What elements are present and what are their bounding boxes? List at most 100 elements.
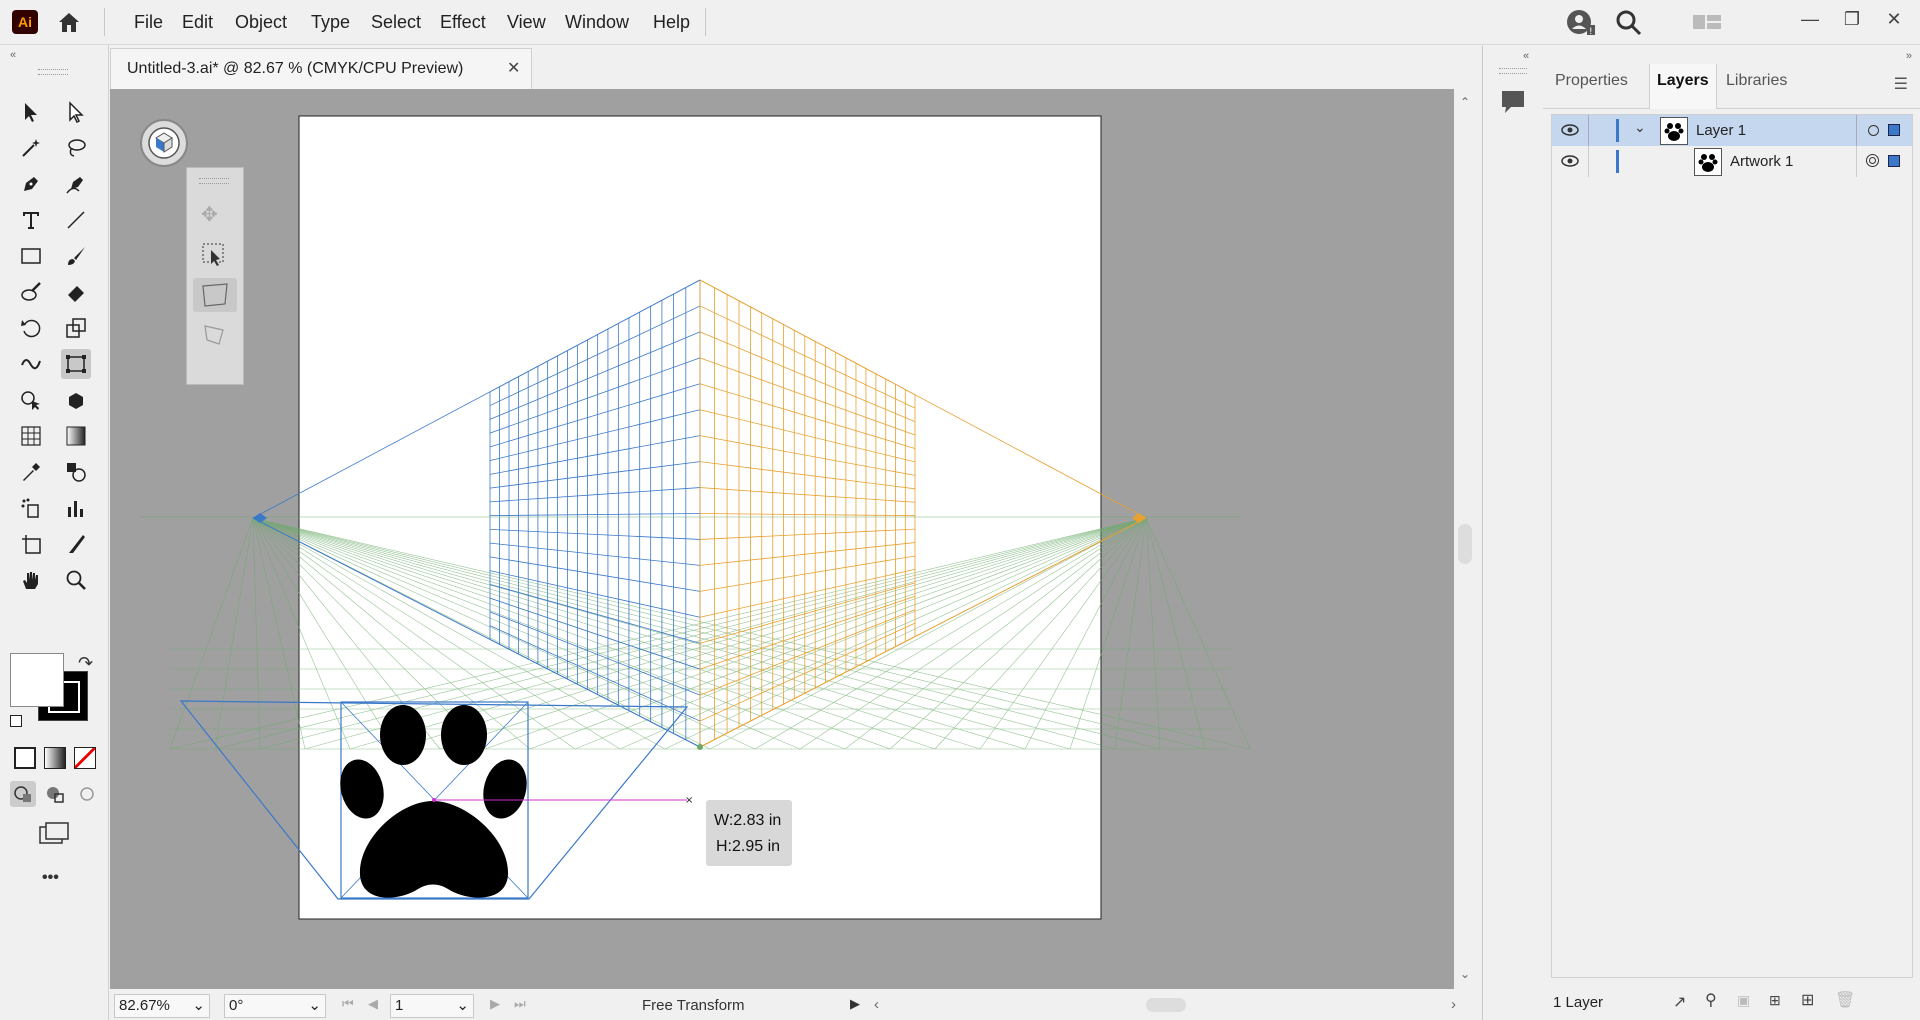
vertical-scrollbar[interactable]: ⌃ ⌄ <box>1454 89 1478 989</box>
close-tab-icon[interactable]: ✕ <box>507 58 520 78</box>
last-artboard-icon[interactable]: ⏭ <box>514 996 526 1012</box>
workspace-switcher-icon[interactable] <box>1692 12 1722 32</box>
first-artboard-icon[interactable]: ⏮ <box>342 996 354 1012</box>
curvature-tool-icon[interactable] <box>61 169 91 199</box>
gradient-mode-icon[interactable] <box>44 747 66 769</box>
gradient-tool-icon[interactable] <box>61 421 91 451</box>
tab-properties[interactable]: Properties <box>1555 72 1628 90</box>
export-icon[interactable]: ↗ <box>1673 992 1686 1012</box>
symbol-sprayer-tool-icon[interactable] <box>16 493 46 523</box>
layer-name[interactable]: Layer 1 <box>1696 122 1746 139</box>
eye-icon[interactable] <box>1560 121 1580 144</box>
menu-object[interactable]: Object <box>235 12 287 33</box>
restore-button[interactable]: ❐ <box>1837 6 1867 32</box>
clipping-mask-icon[interactable]: ▣ <box>1737 992 1750 1009</box>
eraser-tool-icon[interactable] <box>61 277 91 307</box>
lasso-tool-icon[interactable] <box>61 133 91 163</box>
new-sublayer-icon[interactable]: ⊞ <box>1769 992 1781 1009</box>
target-icon[interactable] <box>1868 125 1879 136</box>
new-layer-icon[interactable]: ⊞ <box>1801 990 1814 1010</box>
shaper-tool-icon[interactable] <box>16 277 46 307</box>
magic-wand-tool-icon[interactable] <box>16 133 46 163</box>
target-icon[interactable] <box>1866 154 1879 167</box>
scroll-left-icon[interactable]: ‹ <box>874 996 879 1013</box>
prev-artboard-icon[interactable]: ◀ <box>368 996 378 1012</box>
perspective-distort-option-icon[interactable] <box>193 278 237 312</box>
scroll-down-icon[interactable]: ⌄ <box>1460 967 1470 981</box>
scroll-right-icon[interactable]: › <box>1451 996 1456 1013</box>
free-distort-option-icon[interactable] <box>199 320 229 353</box>
collapse-panel-icon[interactable]: » <box>1906 50 1912 62</box>
panel-menu-icon[interactable]: ☰ <box>1894 74 1908 94</box>
artboard-tool-icon[interactable] <box>16 529 46 559</box>
menu-select[interactable]: Select <box>371 12 421 33</box>
search-icon[interactable] <box>1616 10 1642 36</box>
swap-fill-stroke-icon[interactable]: ↷ <box>78 653 93 674</box>
menu-view[interactable]: View <box>507 12 546 33</box>
default-colors-icon[interactable] <box>10 715 22 727</box>
eye-icon[interactable] <box>1560 152 1580 175</box>
menu-file[interactable]: File <box>134 12 163 33</box>
blend-tool-icon[interactable] <box>61 457 91 487</box>
layer-row[interactable]: ⌄ Layer 1 <box>1552 115 1912 146</box>
illustrator-logo[interactable]: Ai <box>12 10 38 34</box>
comments-icon[interactable] <box>1499 88 1527 121</box>
collapse-strip-icon[interactable]: « <box>1523 50 1529 62</box>
home-icon[interactable] <box>56 10 82 34</box>
scroll-up-icon[interactable]: ⌃ <box>1460 95 1470 109</box>
next-artboard-icon[interactable]: ▶ <box>490 996 500 1012</box>
selection-color-icon[interactable] <box>1888 124 1900 136</box>
menu-type[interactable]: Type <box>311 12 350 33</box>
zoom-field[interactable]: 82.67% ⌄ <box>114 994 210 1018</box>
close-window-button[interactable]: ✕ <box>1879 6 1909 32</box>
live-paint-bucket-icon[interactable] <box>61 385 91 415</box>
widget-grip[interactable] <box>199 178 229 184</box>
rotation-field[interactable]: 0° ⌄ <box>224 994 326 1018</box>
none-mode-icon[interactable] <box>74 747 96 769</box>
pen-tool-icon[interactable] <box>16 169 46 199</box>
color-mode-icon[interactable] <box>14 747 36 769</box>
document-tab[interactable]: Untitled-3.ai* @ 82.67 % (CMYK/CPU Previ… <box>110 48 532 89</box>
selection-color-icon[interactable] <box>1888 155 1900 167</box>
panel-grip[interactable] <box>38 69 68 75</box>
type-tool-icon[interactable] <box>16 205 46 235</box>
minimize-button[interactable]: — <box>1795 6 1825 32</box>
perspective-grid-tool-icon[interactable] <box>16 421 46 451</box>
eyedropper-tool-icon[interactable] <box>16 457 46 487</box>
layer-row[interactable]: Artwork 1 <box>1552 146 1912 177</box>
perspective-widget[interactable] <box>140 119 188 167</box>
menu-window[interactable]: Window <box>565 12 629 33</box>
more-tools-icon[interactable]: ••• <box>42 869 59 887</box>
menu-help[interactable]: Help <box>653 12 690 33</box>
artboard-number-field[interactable]: 1 ⌄ <box>390 994 474 1018</box>
horizontal-scroll-thumb[interactable] <box>1146 998 1186 1012</box>
menu-edit[interactable]: Edit <box>182 12 213 33</box>
zoom-tool-icon[interactable] <box>61 565 91 595</box>
horizontal-scrollbar[interactable]: ‹ › <box>870 994 1460 1016</box>
change-screen-mode-icon[interactable] <box>38 821 70 852</box>
line-segment-tool-icon[interactable] <box>61 205 91 235</box>
draw-inside-icon[interactable] <box>74 781 100 807</box>
scale-tool-icon[interactable] <box>61 313 91 343</box>
tab-libraries[interactable]: Libraries <box>1726 72 1787 90</box>
delete-layer-icon[interactable]: 🗑 <box>1835 990 1855 1010</box>
draw-normal-icon[interactable] <box>10 781 36 807</box>
rectangle-tool-icon[interactable] <box>16 241 46 271</box>
paintbrush-tool-icon[interactable] <box>61 241 91 271</box>
free-transform-tool-icon[interactable] <box>61 349 91 379</box>
artwork-name[interactable]: Artwork 1 <box>1730 153 1793 170</box>
fill-swatch[interactable] <box>10 653 64 707</box>
locate-object-icon[interactable]: ⚲ <box>1705 990 1717 1010</box>
vertical-scroll-thumb[interactable] <box>1458 524 1472 564</box>
menu-effect[interactable]: Effect <box>440 12 486 33</box>
column-graph-tool-icon[interactable] <box>61 493 91 523</box>
rotate-tool-icon[interactable] <box>16 313 46 343</box>
collapse-toolbar-icon[interactable]: « <box>10 49 16 61</box>
width-tool-icon[interactable] <box>16 349 46 379</box>
user-account-icon[interactable]: ! <box>1566 9 1596 37</box>
direct-selection-tool-icon[interactable] <box>61 97 91 127</box>
strip-grip[interactable] <box>1499 68 1527 74</box>
shape-builder-tool-icon[interactable] <box>16 385 46 415</box>
constrain-icon[interactable]: ✥ <box>201 202 218 227</box>
chevron-down-icon[interactable]: ⌄ <box>1634 119 1646 136</box>
